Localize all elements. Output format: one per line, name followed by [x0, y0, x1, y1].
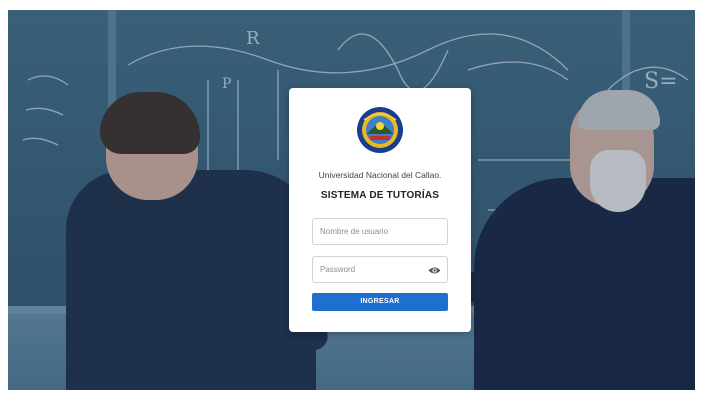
university-seal-icon	[357, 107, 403, 153]
password-field[interactable]	[312, 256, 448, 283]
username-field[interactable]	[312, 218, 448, 245]
eye-icon[interactable]	[428, 265, 441, 276]
university-name: Universidad Nacional del Callao.	[318, 170, 442, 180]
password-input[interactable]	[313, 257, 447, 282]
login-button[interactable]: INGRESAR	[312, 293, 448, 311]
login-card: Universidad Nacional del Callao. SISTEMA…	[289, 88, 471, 332]
system-title: SISTEMA DE TUTORÍAS	[320, 190, 440, 201]
username-input[interactable]	[313, 219, 447, 244]
